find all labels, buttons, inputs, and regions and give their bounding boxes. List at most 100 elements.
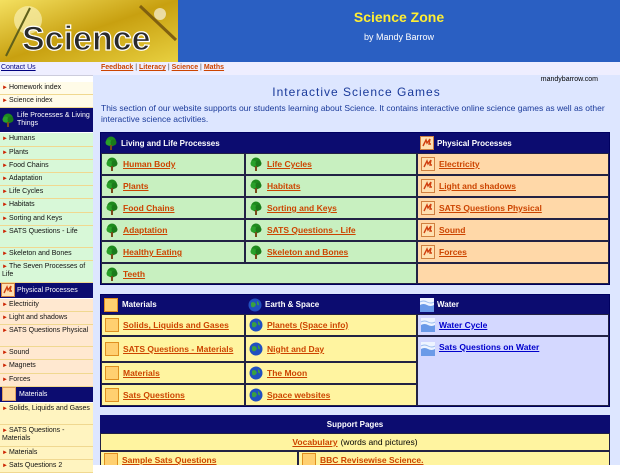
sidebar-item-sats-life[interactable]: ►SATS Questions - Life bbox=[0, 225, 93, 248]
sidebar-item-plants[interactable]: ►Plants bbox=[0, 146, 93, 160]
arrow-bullet-icon: ► bbox=[2, 215, 8, 222]
grid-cell: Solids, Liquids and Gases bbox=[101, 314, 245, 336]
link-planets[interactable]: Planets (Space info) bbox=[267, 320, 348, 330]
sidebar-item-label: Magnets bbox=[8, 362, 36, 370]
link-sorting-keys[interactable]: Sorting and Keys bbox=[267, 203, 337, 213]
grid-cell: Plants bbox=[101, 175, 245, 197]
water-wave-icon bbox=[421, 318, 435, 332]
link-electricity[interactable]: Electricity bbox=[439, 159, 480, 169]
link-the-moon[interactable]: The Moon bbox=[267, 368, 307, 378]
sidebar-item-materials[interactable]: ►Materials bbox=[0, 446, 93, 460]
arrow-bullet-icon: ► bbox=[2, 328, 8, 335]
link-plants[interactable]: Plants bbox=[123, 181, 149, 191]
link-food-chains[interactable]: Food Chains bbox=[123, 203, 174, 213]
separator: | bbox=[135, 64, 138, 71]
link-adaptation[interactable]: Adaptation bbox=[123, 225, 167, 235]
sidebar-heading-materials[interactable]: Materials bbox=[0, 386, 93, 403]
link-sats-water[interactable]: Sats Questions on Water bbox=[439, 342, 539, 352]
link-habitats[interactable]: Habitats bbox=[267, 181, 301, 191]
sidebar-item-forces[interactable]: ►Forces bbox=[0, 373, 93, 387]
sidebar-heading-physical-processes[interactable]: Physical Processes bbox=[0, 282, 93, 299]
feedback-link[interactable]: Feedback bbox=[101, 64, 133, 71]
globe-icon bbox=[248, 298, 262, 312]
sidebar-item-adaptation[interactable]: ►Adaptation bbox=[0, 172, 93, 187]
sidebar-item-magnets[interactable]: ►Magnets bbox=[0, 360, 93, 374]
link-space-websites[interactable]: Space websites bbox=[267, 390, 330, 400]
sidebar-item-label: Sats Questions 2 bbox=[8, 462, 63, 469]
sidebar-item-food-chains[interactable]: ►Food Chains bbox=[0, 159, 93, 173]
literacy-link[interactable]: Literacy bbox=[139, 64, 166, 71]
sidebar-item-light-shadows[interactable]: ►Light and shadows bbox=[0, 312, 93, 326]
panel-title: Water bbox=[437, 300, 459, 309]
sidebar-item-label: Life Cycles bbox=[8, 188, 44, 196]
sidebar-item-humans[interactable]: ►Humans bbox=[0, 133, 93, 147]
sidebar-item-homework-index[interactable]: ►Homework index bbox=[0, 82, 93, 96]
sidebar-item-label: SATS Questions Physical bbox=[8, 327, 89, 335]
grid-cell: Adaptation bbox=[101, 219, 245, 241]
sidebar-heading-life-processes[interactable]: Life Processes & Living Things bbox=[0, 108, 93, 134]
link-solids-liquids-gases[interactable]: Solids, Liquids and Gases bbox=[123, 320, 229, 330]
materials-box-icon bbox=[105, 388, 119, 402]
sidebar-item-sats-physical[interactable]: ►SATS Questions Physical bbox=[0, 325, 93, 348]
link-human-body[interactable]: Human Body bbox=[123, 159, 175, 169]
sidebar-item-seven-processes[interactable]: ►The Seven Processes of Life bbox=[0, 260, 93, 283]
tree-icon bbox=[249, 157, 263, 171]
grid-cell: Habitats bbox=[245, 175, 417, 197]
site-domain: mandybarrow.com bbox=[540, 76, 598, 83]
link-sats-materials[interactable]: SATS Questions - Materials bbox=[123, 344, 233, 354]
maths-link[interactable]: Maths bbox=[204, 64, 224, 71]
sidebar-item-solids-liquids-gases[interactable]: ►Solids, Liquids and Gases bbox=[0, 402, 93, 425]
grid-cell: Food Chains bbox=[101, 197, 245, 219]
tree-icon bbox=[249, 201, 263, 215]
page-title: Interactive Science Games bbox=[272, 85, 441, 99]
sidebar-item-sats-materials[interactable]: ►SATS Questions - Materials bbox=[0, 424, 93, 447]
lightning-icon bbox=[421, 223, 435, 237]
link-night-day[interactable]: Night and Day bbox=[267, 344, 324, 354]
contact-us-link[interactable]: Contact Us bbox=[1, 64, 36, 71]
link-skeleton-bones[interactable]: Skeleton and Bones bbox=[267, 247, 348, 257]
water-wave-icon bbox=[420, 298, 434, 312]
globe-icon bbox=[249, 366, 263, 380]
tree-icon bbox=[105, 179, 119, 193]
link-vocabulary[interactable]: Vocabulary bbox=[292, 437, 337, 447]
sidebar-item-label: Light and shadows bbox=[8, 314, 68, 322]
materials-box-icon bbox=[2, 387, 16, 402]
site-header: Science Science Zone by Mandy Barrow bbox=[0, 0, 620, 62]
link-water-cycle[interactable]: Water Cycle bbox=[439, 320, 487, 330]
science-logo-image: Science bbox=[0, 0, 178, 62]
link-materials[interactable]: Materials bbox=[123, 368, 160, 378]
link-sats-life[interactable]: SATS Questions - Life bbox=[267, 225, 356, 235]
link-teeth[interactable]: Teeth bbox=[123, 269, 145, 279]
link-forces[interactable]: Forces bbox=[439, 247, 467, 257]
grid-cell: Human Body bbox=[101, 153, 245, 175]
link-sats-physical[interactable]: SATS Questions Physical bbox=[439, 203, 542, 213]
grid-cell: Planets (Space info) bbox=[245, 314, 417, 336]
link-sample-sats[interactable]: Sample Sats Questions bbox=[122, 455, 216, 465]
link-sats-questions[interactable]: Sats Questions bbox=[123, 390, 185, 400]
sidebar-item-sats-questions-2[interactable]: ►Sats Questions 2 bbox=[0, 460, 93, 473]
sidebar-item-sound[interactable]: ►Sound bbox=[0, 347, 93, 361]
sidebar-item-life-cycles[interactable]: ►Life Cycles bbox=[0, 186, 93, 200]
grid-cell: Teeth bbox=[101, 263, 417, 284]
sidebar-item-habitats[interactable]: ►Habitats bbox=[0, 199, 93, 213]
arrow-bullet-icon: ► bbox=[2, 315, 8, 322]
link-sound[interactable]: Sound bbox=[439, 225, 465, 235]
tree-icon bbox=[104, 136, 118, 150]
lightning-icon bbox=[421, 201, 435, 215]
link-life-cycles[interactable]: Life Cycles bbox=[267, 159, 312, 169]
link-bbc-revisewise[interactable]: BBC Revisewise Science. bbox=[320, 455, 423, 465]
panel-title: Living and Life Processes bbox=[121, 138, 220, 148]
arrow-bullet-icon: ► bbox=[2, 301, 8, 308]
earth-space-header: Earth & Space bbox=[245, 295, 417, 314]
science-link[interactable]: Science bbox=[172, 64, 198, 71]
sidebar-item-sorting-keys[interactable]: ►Sorting and Keys bbox=[0, 212, 93, 226]
sidebar-item-electricity[interactable]: ►Electricity bbox=[0, 298, 93, 313]
sidebar-item-science-index[interactable]: ►Science index bbox=[0, 95, 93, 109]
link-healthy-eating[interactable]: Healthy Eating bbox=[123, 247, 182, 257]
sidebar-item-label: Adaptation bbox=[8, 174, 43, 182]
link-light-shadows[interactable]: Light and shadows bbox=[439, 181, 516, 191]
sidebar-item-skeleton-bones[interactable]: ►Skeleton and Bones bbox=[0, 247, 93, 261]
site-logo[interactable]: Science bbox=[0, 0, 178, 62]
vocabulary-row: Vocabulary (words and pictures) bbox=[100, 433, 610, 451]
sidebar-item-label: Skeleton and Bones bbox=[8, 249, 72, 257]
